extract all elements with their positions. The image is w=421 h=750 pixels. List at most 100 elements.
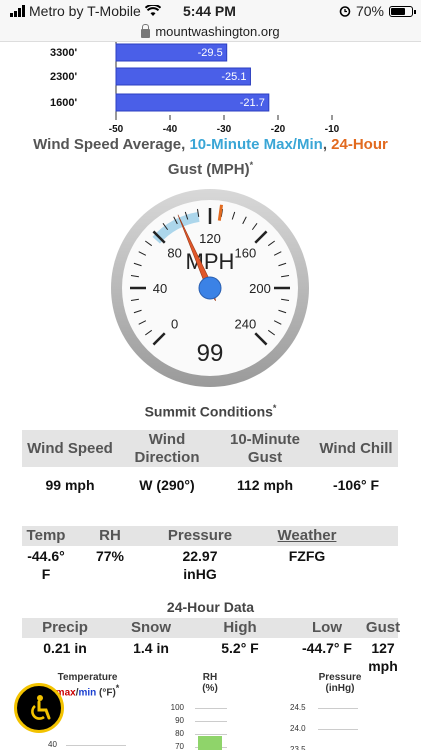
gauge-scale-label: 120 [199, 231, 221, 246]
clock: 5:44 PM [183, 3, 236, 19]
value-pressure: 22.97 inHG [182, 548, 218, 582]
header-10min-gust: 10-Minute Gust [229, 430, 300, 466]
pressure-mini-title: Pressure (inHg) [300, 672, 380, 694]
rh-mini-title: RH (%) [180, 672, 240, 694]
url-text: mountwashington.org [155, 24, 280, 39]
header-gust: Gust [365, 619, 401, 636]
value-rh: 77% [95, 548, 125, 564]
rh-gridline [195, 734, 227, 735]
profile-category-label: 3300' [50, 47, 77, 59]
value-wind-chill: -106° F [332, 477, 380, 493]
current-value-row: -44.6° F 77% 22.97 inHG FZFG [22, 546, 398, 583]
value-wind-speed: 99 mph [45, 477, 95, 493]
gauge-scale-label: 200 [249, 281, 271, 296]
value-weather: FZFG [288, 548, 326, 564]
wifi-icon [144, 5, 161, 16]
value-wind-direction: W (290°) [139, 477, 195, 493]
profile-category-label: 1600' [50, 97, 77, 109]
value-low: -44.7° F [302, 640, 352, 656]
wind-chart-title: Wind Speed Average, 10-Minute Max/Min, 2… [0, 134, 421, 180]
24h-header-row: Precip Snow High Low Gust [22, 618, 401, 638]
temperature-unit: (°F) [96, 687, 116, 699]
value-temp: -44.6° F [27, 548, 65, 582]
asterisk-note: * [249, 160, 254, 170]
gauge-scale-label: 240 [235, 316, 257, 331]
header-rh: RH [99, 527, 121, 544]
profile-bar-value: -21.7 [240, 97, 265, 109]
gauge-scale-label: 80 [167, 246, 181, 261]
pressure-tick-label: 24.5 [290, 703, 306, 712]
current-header-row: Temp RH Pressure Weather [22, 526, 398, 546]
rh-tick-label: 70 [175, 742, 184, 750]
current-conditions-table: Temp RH Pressure Weather -44.6° F 77% 22… [22, 526, 398, 583]
rh-bar [198, 736, 222, 750]
header-high: High [223, 619, 257, 636]
rh-gridline [195, 708, 227, 709]
profile-bar-value: -25.1 [221, 71, 246, 83]
gauge-hub [198, 276, 222, 300]
24h-value-row: 0.21 in 1.4 in 5.2° F -44.7° F 127 mph [22, 638, 398, 675]
profile-bar-value: -29.5 [198, 47, 223, 59]
value-10min-gust: 112 mph [236, 477, 294, 493]
pressure-unit: (inHg) [325, 683, 355, 694]
battery-percent: 70% [355, 3, 384, 19]
value-snow: 1.4 in [133, 640, 169, 656]
pressure-gridline [318, 729, 358, 730]
summit-header-row: Wind Speed Wind Direction 10-Minute Gust… [22, 430, 398, 467]
gauge-svg: 04080120160200240MPH99 [111, 189, 309, 387]
accessibility-button[interactable] [14, 683, 64, 733]
pressure-tick-label: 24.0 [290, 724, 306, 733]
title-part-sep: , [322, 136, 332, 153]
wind-speed-gauge: 0 40 80 120 160 200 240 MPH 99 [110, 188, 310, 388]
gauge-scale-label: 160 [235, 246, 257, 261]
value-high: 5.2° F [221, 640, 259, 656]
summit-title-text: Summit Conditions [144, 403, 273, 420]
header-wind-chill: Wind Chill [319, 439, 393, 457]
weather-link[interactable]: Weather [250, 526, 364, 546]
pressure-gridline [318, 708, 358, 709]
temperature-asterisk: * [115, 683, 120, 693]
temperature-profile-chart: 3300' -29.5 2300' -25.1 1600' -21.7 -50 -40 -30-… [0, 42, 421, 137]
title-part-24h: 24-Hour [331, 136, 388, 153]
status-bar: Metro by T-Mobile 5:44 PM 70% [0, 0, 421, 22]
value-precip: 0.21 in [43, 640, 87, 656]
header-precip: Precip [42, 619, 88, 636]
temperature-mini-title-text: Temperature [57, 672, 118, 683]
summit-table: Wind Speed Wind Direction 10-Minute Gust… [22, 430, 398, 494]
address-bar[interactable]: mountwashington.org [0, 22, 421, 42]
rh-gridline [195, 721, 227, 722]
pressure-tick-label: 23.5 [290, 745, 306, 750]
rh-tick-label: 90 [175, 716, 184, 725]
header-temp: Temp [26, 527, 66, 544]
temperature-gridline [66, 745, 126, 746]
summit-conditions-title: Summit Conditions* [0, 403, 421, 420]
profile-chart-svg: 3300' -29.52300' -25.11600' -21.7-50 -40 -30-… [50, 42, 340, 135]
profile-category-label: 2300' [50, 71, 77, 83]
carrier-name: Metro by T-Mobile [29, 3, 141, 19]
accessibility-icon [31, 695, 51, 720]
title-part-10min: 10-Minute Max/Min [189, 136, 323, 153]
gauge-scale-label: 40 [153, 281, 167, 296]
rh-mini-title-text: RH [202, 672, 218, 683]
min-label: min [78, 687, 97, 699]
header-pressure: Pressure [167, 527, 233, 544]
lock-icon [141, 23, 151, 38]
summit-asterisk: * [272, 403, 277, 413]
cell-signal-icon [10, 5, 25, 17]
title-part-gust: Gust (MPH) [167, 161, 250, 178]
rh-tick-label: 80 [175, 729, 184, 738]
title-part-average: Wind Speed Average, [33, 136, 190, 153]
gauge-scale-label: 0 [171, 316, 178, 331]
alarm-icon [339, 6, 351, 17]
battery-icon [389, 5, 416, 17]
pressure-mini-title-text: Pressure [318, 672, 362, 683]
rh-unit: (%) [202, 683, 218, 694]
header-wind-speed: Wind Speed [27, 439, 113, 457]
header-wind-direction: Wind Direction [134, 430, 200, 466]
value-gust: 127 mph [368, 640, 398, 674]
rh-tick-label: 100 [170, 703, 184, 712]
gauge-value-readout: 99 [197, 340, 224, 367]
header-snow: Snow [131, 619, 171, 636]
summit-value-row: 99 mph W (290°) 112 mph -106° F [22, 467, 398, 494]
24-hour-table: Precip Snow High Low Gust 0.21 in 1.4 in… [22, 618, 401, 675]
